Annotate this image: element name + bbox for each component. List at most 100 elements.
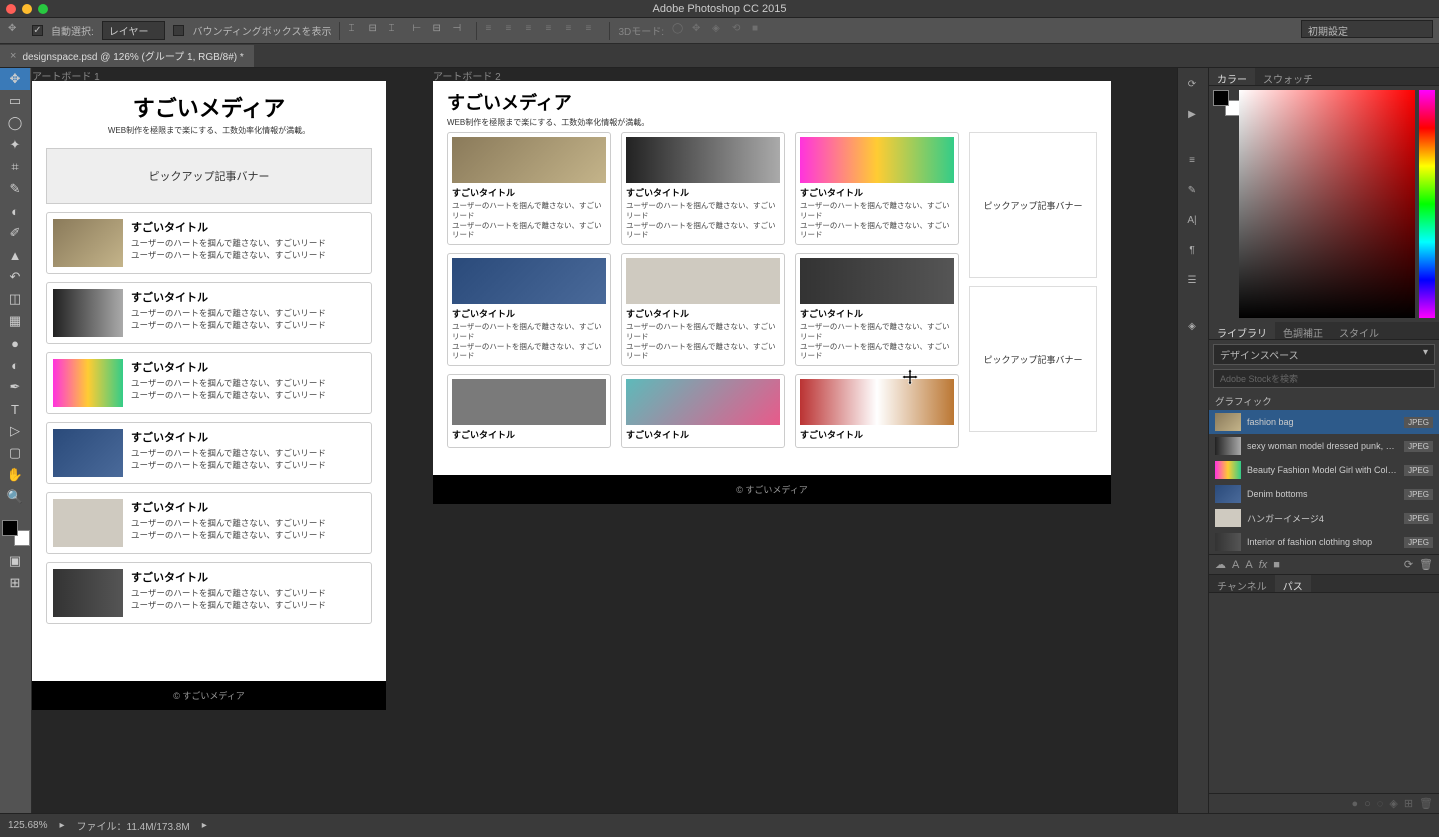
3d-orbit-icon[interactable]: ◯: [672, 23, 688, 39]
gradient-tool[interactable]: ▦: [0, 310, 30, 332]
path-select-tool[interactable]: ▷: [0, 420, 30, 442]
eyedropper-tool[interactable]: ✎: [0, 178, 30, 200]
quickmask-tool[interactable]: ▣: [0, 550, 30, 572]
library-item[interactable]: Denim bottomsJPEG: [1209, 482, 1439, 506]
color-preview[interactable]: [1213, 90, 1241, 116]
canvas[interactable]: アートボード 1 すごいメディア WEB制作を極限まで楽にする、工数効率化情報が…: [32, 68, 1177, 813]
paths-footer: ● ○ ◌ ◈ ⊞ 🗑: [1209, 793, 1439, 813]
new-path-icon[interactable]: ⊞: [1404, 797, 1413, 810]
trash-icon[interactable]: 🗑: [1419, 558, 1433, 571]
chevron-down-icon: ▾: [1423, 347, 1428, 362]
brush-tool[interactable]: ✐: [0, 222, 30, 244]
library-tab[interactable]: ライブラリ: [1209, 322, 1275, 339]
marquee-tool[interactable]: ▭: [0, 90, 30, 112]
color-field[interactable]: [1239, 90, 1415, 318]
zoom-window[interactable]: [38, 4, 48, 14]
character-panel-icon[interactable]: A|: [1178, 208, 1206, 232]
3d-pan-icon[interactable]: ✥: [692, 23, 708, 39]
channels-tab[interactable]: チャンネル: [1209, 575, 1275, 592]
cloud-icon[interactable]: ☁: [1215, 558, 1226, 571]
library-item[interactable]: Interior of fashion clothing shopJPEG: [1209, 530, 1439, 554]
swatches-tab[interactable]: スウォッチ: [1255, 68, 1321, 85]
foreground-color[interactable]: [2, 520, 18, 536]
mask-icon[interactable]: ◈: [1389, 797, 1397, 810]
library-item[interactable]: ハンガーイメージ4JPEG: [1209, 506, 1439, 530]
autoselect-target[interactable]: レイヤー: [102, 21, 166, 40]
distribute-icon[interactable]: ≡: [525, 23, 541, 39]
zoom-level[interactable]: 125.68%: [8, 820, 47, 831]
hand-tool[interactable]: ✋: [0, 464, 30, 486]
shape-tool[interactable]: ▢: [0, 442, 30, 464]
actions-panel-icon[interactable]: ▶: [1178, 102, 1206, 126]
wand-tool[interactable]: ✦: [0, 134, 30, 156]
library-item[interactable]: Beauty Fashion Model Girl with Colorfu..…: [1209, 458, 1439, 482]
paragraph-panel-icon[interactable]: ¶: [1178, 238, 1206, 262]
align-top-icon[interactable]: ⌶: [348, 23, 364, 39]
brushes-panel-icon[interactable]: ✎: [1178, 178, 1206, 202]
window-controls: [6, 4, 48, 14]
type-tool[interactable]: T: [0, 398, 30, 420]
char-style-icon[interactable]: A: [1245, 559, 1252, 571]
stroke-path-icon[interactable]: ○: [1364, 798, 1371, 810]
library-select[interactable]: デザインスペース ▾: [1213, 344, 1435, 365]
align-bottom-icon[interactable]: ⌶: [388, 23, 404, 39]
3d-slide-icon[interactable]: ⟲: [732, 23, 748, 39]
crop-tool[interactable]: ⌗: [0, 156, 30, 178]
heal-tool[interactable]: ◐: [0, 200, 30, 222]
3d-dolly-icon[interactable]: ◈: [712, 23, 728, 39]
artboard-1[interactable]: すごいメディア WEB制作を極限まで楽にする、工数効率化情報が満載。 ピックアッ…: [32, 81, 386, 710]
fill-path-icon[interactable]: ●: [1351, 798, 1358, 810]
close-window[interactable]: [6, 4, 16, 14]
color-tab[interactable]: カラー: [1209, 68, 1255, 85]
align-left-icon[interactable]: ⊢: [412, 23, 428, 39]
history-panel-icon[interactable]: ⟳: [1178, 72, 1206, 96]
align-right-icon[interactable]: ⊣: [452, 23, 468, 39]
adjustments-tab[interactable]: 色調補正: [1275, 322, 1331, 339]
bounding-checkbox[interactable]: [173, 25, 184, 36]
info-panel-icon[interactable]: ☰: [1178, 268, 1206, 292]
library-item[interactable]: sexy woman model dressed punk, wet ...JP…: [1209, 434, 1439, 458]
align-vcenter-icon[interactable]: ⊟: [368, 23, 384, 39]
foreground-background-color[interactable]: [2, 520, 30, 546]
library-item[interactable]: fashion bagJPEG: [1209, 410, 1439, 434]
eraser-tool[interactable]: ◫: [0, 288, 30, 310]
hue-slider[interactable]: [1419, 90, 1435, 318]
distribute-icon[interactable]: ≡: [545, 23, 561, 39]
autoselect-checkbox[interactable]: ✓: [32, 25, 43, 36]
distribute-icon[interactable]: ≡: [565, 23, 581, 39]
lasso-tool[interactable]: ◯: [0, 112, 30, 134]
minimize-window[interactable]: [22, 4, 32, 14]
layers-panel-icon[interactable]: ◈: [1178, 314, 1206, 338]
selection-path-icon[interactable]: ◌: [1377, 798, 1384, 810]
close-tab-icon[interactable]: ×: [10, 50, 16, 62]
dodge-tool[interactable]: ◐: [0, 354, 30, 376]
fx-icon[interactable]: fx: [1259, 559, 1268, 571]
styles-tab[interactable]: スタイル: [1331, 322, 1387, 339]
pickup-banner: ピックアップ記事バナー: [969, 132, 1097, 278]
artboard-2[interactable]: すごいメディア WEB制作を極限まで楽にする、工数効率化情報が満載。 すごいタイ…: [433, 81, 1111, 504]
distribute-icon[interactable]: ≡: [585, 23, 601, 39]
document-tab[interactable]: × designspace.psd @ 126% (グループ 1, RGB/8#…: [0, 45, 254, 67]
card-thumb: [53, 289, 123, 337]
color-icon[interactable]: ■: [1273, 559, 1280, 571]
library-item-name: Interior of fashion clothing shop: [1247, 537, 1398, 547]
align-hcenter-icon[interactable]: ⊟: [432, 23, 448, 39]
zoom-tool[interactable]: 🔍: [0, 486, 30, 508]
paths-tab[interactable]: パス: [1275, 575, 1311, 592]
file-info[interactable]: ファイル：11.4M/173.8M: [77, 818, 190, 833]
blur-tool[interactable]: ●: [0, 332, 30, 354]
sync-icon[interactable]: ⟳: [1404, 558, 1413, 571]
distribute-icon[interactable]: ≡: [505, 23, 521, 39]
trash-icon[interactable]: 🗑: [1419, 797, 1433, 810]
stamp-tool[interactable]: ▲: [0, 244, 30, 266]
history-brush-tool[interactable]: ↶: [0, 266, 30, 288]
workspace-preset[interactable]: 初期設定: [1301, 20, 1433, 38]
library-search[interactable]: Adobe Stockを検索: [1213, 369, 1435, 388]
move-tool[interactable]: ✥: [0, 68, 30, 90]
properties-panel-icon[interactable]: ≡: [1178, 148, 1206, 172]
3d-camera-icon[interactable]: ■: [752, 23, 768, 39]
type-icon[interactable]: A: [1232, 559, 1239, 571]
screenmode-tool[interactable]: ⊞: [0, 572, 30, 594]
pen-tool[interactable]: ✒: [0, 376, 30, 398]
distribute-icon[interactable]: ≡: [485, 23, 501, 39]
